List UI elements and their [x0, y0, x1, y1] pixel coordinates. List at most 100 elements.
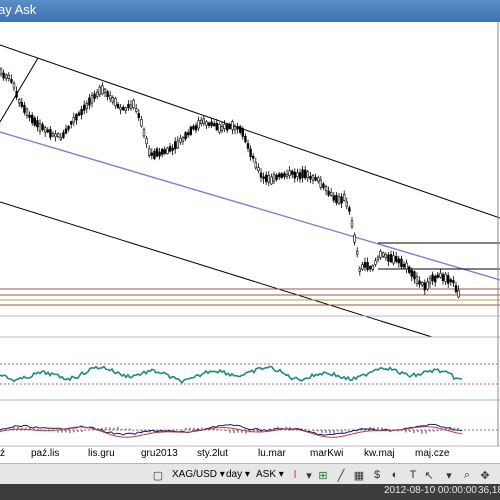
chart-area[interactable] [0, 22, 500, 454]
candle-body [17, 99, 21, 104]
indicator-line [0, 365, 463, 385]
symbol-dropdown[interactable]: XAG/USD ▾ [172, 467, 225, 481]
candle-body [267, 175, 270, 183]
candle-body [135, 108, 138, 112]
candle-body [314, 177, 317, 181]
candle-body [109, 95, 112, 100]
candle-body [28, 114, 31, 118]
candle-body [259, 172, 263, 178]
candle-body [252, 155, 255, 159]
candle-body [275, 174, 278, 180]
candle-body [454, 285, 458, 293]
candle-body [218, 124, 221, 133]
cursor-icon[interactable]: ↖ [420, 466, 438, 484]
time-axis-label: sty.2lut [197, 448, 228, 459]
candle-body [407, 266, 411, 273]
candle-body [348, 207, 351, 212]
price-type-dropdown[interactable]: ASK ▾ [256, 467, 284, 481]
status-bar: 2012-08-10 00:00:00 36,18 [0, 484, 500, 500]
candle-body [70, 121, 73, 125]
candle-body [355, 250, 359, 255]
candle-body [340, 196, 343, 204]
candle-body [327, 190, 330, 196]
candle-body [420, 281, 424, 286]
drawing-tools-icon[interactable]: ╱ [332, 466, 350, 484]
candle-body [335, 194, 338, 204]
pan-icon[interactable]: ✥ [476, 466, 494, 484]
candle-body [174, 141, 177, 150]
chart-toolbar: ▢ XAG/USD ▾ day ▾ ASK ▾ ǀ ▾ ⊞ ╱ ▦ $ ◐ T … [0, 463, 500, 485]
candle-body [122, 106, 125, 111]
chevron-down-icon: ▾ [217, 468, 225, 480]
candle-body [436, 274, 439, 278]
channel-upper-line[interactable] [0, 44, 500, 219]
candle-body [5, 74, 8, 79]
candle-body [228, 124, 231, 129]
candle-body [264, 174, 268, 182]
price-chart-svg[interactable] [0, 22, 500, 454]
candle-body [415, 276, 419, 285]
chevron-down-icon[interactable]: ▾ [440, 466, 458, 484]
candle-body [0, 68, 3, 75]
candle-body [233, 126, 237, 131]
candle-body [394, 256, 398, 262]
candle-body [423, 282, 426, 291]
candle-body [168, 146, 172, 152]
candle-body [358, 268, 361, 272]
zoom-out-icon[interactable]: ▢ [149, 466, 167, 484]
candle-body [72, 117, 76, 123]
candle-body [155, 148, 159, 157]
candle-body [342, 194, 346, 201]
candle-body [36, 120, 39, 128]
candle-body [410, 270, 413, 277]
candle-body [137, 113, 140, 118]
candle-body [374, 260, 377, 265]
candle-body [46, 129, 50, 133]
candle-body [371, 265, 374, 270]
candle-body [376, 256, 380, 260]
candle-body [296, 172, 299, 178]
candle-body [272, 174, 276, 182]
candle-body [220, 126, 224, 132]
candle-body [392, 255, 395, 264]
candle-body [77, 112, 81, 116]
candle-body [324, 186, 328, 191]
add-indicator-icon[interactable]: ⊞ [314, 466, 332, 484]
candle-body [10, 79, 13, 83]
candle-body [397, 258, 400, 264]
candle-body [337, 196, 341, 204]
candle-body [366, 261, 369, 271]
candle-body [111, 97, 115, 103]
candle-body [98, 86, 102, 95]
zoom-in-icon[interactable]: ⌕ [458, 466, 476, 484]
candle-body [166, 147, 169, 154]
candle-body [12, 83, 16, 89]
candle-body [249, 148, 252, 158]
candle-body [106, 91, 109, 98]
candle-body [80, 108, 83, 116]
candle-body [49, 129, 52, 138]
grid-icon[interactable]: ▦ [350, 466, 368, 484]
candle-body [405, 262, 408, 270]
candle-body [187, 132, 190, 136]
dollar-icon[interactable]: $ [368, 466, 386, 484]
candle-body [413, 271, 416, 280]
time-axis-label: marKwi [310, 448, 344, 459]
candle-body [75, 113, 78, 121]
candle-body [329, 192, 333, 196]
candle-body [350, 220, 354, 228]
theme-icon[interactable]: ◐ [386, 466, 404, 484]
candle-body [446, 275, 450, 284]
candle-body [246, 143, 250, 149]
candle-body [184, 132, 187, 140]
period-dropdown[interactable]: day ▾ [226, 467, 250, 481]
candle-body [30, 114, 34, 124]
candle-body [189, 126, 192, 135]
candle-body [345, 201, 348, 207]
candle-body [213, 123, 216, 127]
time-axis-label: kw.maj [364, 448, 395, 459]
macd-signal-line [0, 426, 463, 438]
candle-body [90, 95, 94, 104]
candle-body [148, 148, 151, 156]
candle-body [129, 104, 133, 109]
